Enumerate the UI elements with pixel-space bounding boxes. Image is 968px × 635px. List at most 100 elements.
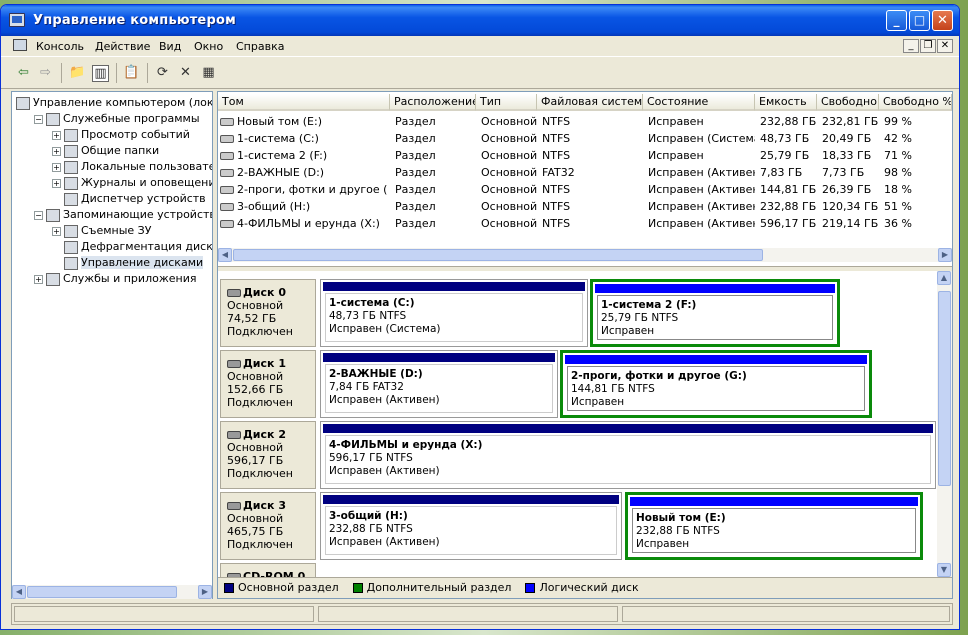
- settings-icon[interactable]: ▦: [200, 65, 217, 82]
- tree-item[interactable]: + Общие папки: [52, 143, 159, 159]
- partition-status: Исправен: [601, 325, 655, 337]
- expand-icon[interactable]: +: [52, 130, 61, 140]
- close-button[interactable]: ✕: [932, 10, 953, 31]
- table-cell: 232,88 ГБ: [760, 198, 817, 215]
- cell-text: Раздел: [395, 217, 436, 230]
- scroll-up-icon[interactable]: ▲: [937, 271, 951, 285]
- up-folder-icon[interactable]: 📁: [69, 65, 86, 82]
- tree-item[interactable]: + Службы и приложения: [34, 271, 196, 287]
- show-hide-tree-icon[interactable]: ▥: [92, 65, 109, 82]
- mdi-restore-button[interactable]: ❐: [920, 39, 936, 53]
- back-arrow-icon[interactable]: ⇦: [15, 65, 32, 82]
- scroll-left-icon[interactable]: ◀: [218, 248, 232, 262]
- disk-info[interactable]: Диск 3 Основной 465,75 ГБ Подключен: [220, 492, 316, 560]
- tree-hscroll[interactable]: ◀ ▶: [12, 585, 212, 599]
- menu-console[interactable]: Консоль: [36, 40, 84, 53]
- expand-icon[interactable]: +: [52, 146, 61, 156]
- tree-item[interactable]: Управление компьютером (локаль: [16, 95, 212, 111]
- collapse-icon[interactable]: −: [34, 210, 43, 220]
- menu-window[interactable]: Окно: [194, 40, 223, 53]
- refresh-icon[interactable]: ⟳: [154, 65, 171, 82]
- disk-info[interactable]: Диск 1 Основной 152,66 ГБ Подключен: [220, 350, 316, 418]
- cdrom-info[interactable]: CD-ROM 0: [220, 563, 316, 577]
- tree-item[interactable]: − Служебные программы: [34, 111, 200, 127]
- table-cell: Раздел: [395, 130, 476, 147]
- column-header[interactable]: Расположение: [390, 94, 476, 111]
- collapse-icon[interactable]: −: [34, 114, 43, 124]
- volume-list-hscroll[interactable]: ◀ ▶: [218, 248, 952, 262]
- column-header[interactable]: Состояние: [643, 94, 755, 111]
- cell-text: 596,17 ГБ: [760, 217, 817, 230]
- cell-text: NTFS: [542, 200, 571, 213]
- column-header[interactable]: Тип: [476, 94, 537, 111]
- cell-text: NTFS: [542, 149, 571, 162]
- tree-item[interactable]: Дефрагментация диска: [52, 239, 213, 255]
- scroll-left-icon[interactable]: ◀: [12, 585, 26, 599]
- disk-view-vscroll[interactable]: ▲ ▼: [937, 271, 952, 577]
- title-bar[interactable]: Управление компьютером _ □ ✕: [1, 5, 959, 36]
- cell-text: NTFS: [542, 115, 571, 128]
- table-row[interactable]: Новый том (E:) Раздел Основной NTFS Исправен…: [218, 113, 952, 130]
- table-cell: 1-система (C:): [220, 130, 387, 147]
- disk-info[interactable]: Диск 2 Основной 596,17 ГБ Подключен: [220, 421, 316, 489]
- partition-type-bar: [595, 284, 835, 293]
- column-header[interactable]: Свободно %: [879, 94, 952, 111]
- cell-text: 1-система (C:): [237, 132, 319, 145]
- tree-item[interactable]: + Съемные ЗУ: [52, 223, 151, 239]
- expand-icon[interactable]: +: [52, 178, 61, 188]
- scroll-right-icon[interactable]: ▶: [198, 585, 212, 599]
- volume-icon: [220, 135, 234, 143]
- disk-icon: [227, 289, 241, 297]
- scroll-thumb[interactable]: [27, 586, 177, 598]
- scroll-thumb[interactable]: [938, 291, 951, 486]
- legend-label: Логический диск: [539, 581, 639, 594]
- tree-item[interactable]: Управление дисками: [52, 255, 204, 271]
- expand-icon[interactable]: +: [34, 274, 43, 284]
- column-header[interactable]: Свободно: [817, 94, 879, 111]
- table-row[interactable]: 4-ФИЛЬМЫ и ерунда (X:) Раздел Основной NTFS…: [218, 215, 952, 232]
- delete-icon[interactable]: ✕: [177, 65, 194, 82]
- minimize-button[interactable]: _: [886, 10, 907, 31]
- expand-icon[interactable]: +: [52, 226, 61, 236]
- menu-action[interactable]: Действие: [95, 40, 150, 53]
- scroll-thumb[interactable]: [233, 249, 763, 261]
- tree-item[interactable]: − Запоминающие устройства: [34, 207, 212, 223]
- disk-status: Подключен: [227, 325, 293, 338]
- console-icon[interactable]: [13, 39, 27, 51]
- partition-block[interactable]: 3-общий (H:) 232,88 ГБ NTFS Исправен (Акти…: [320, 492, 622, 560]
- partition-block[interactable]: 1-система (C:) 48,73 ГБ NTFS Исправен (Сис…: [320, 279, 588, 347]
- column-header[interactable]: Емкость: [755, 94, 817, 111]
- partition-details: 4-ФИЛЬМЫ и ерунда (X:) 596,17 ГБ NTFS Испр…: [325, 435, 931, 484]
- column-header[interactable]: Файловая система: [537, 94, 643, 111]
- expand-icon[interactable]: +: [52, 162, 61, 172]
- menu-view[interactable]: Вид: [159, 40, 181, 53]
- table-row[interactable]: 1-система (C:) Раздел Основной NTFS Исправен…: [218, 130, 952, 147]
- tree-item[interactable]: Диспетчер устройств: [52, 191, 206, 207]
- tree-node-icon: [64, 144, 78, 158]
- maximize-button[interactable]: □: [909, 10, 930, 31]
- partition-block[interactable]: 2-проги, фотки и другое (G:) 144,81 ГБ NT…: [560, 350, 872, 418]
- mdi-minimize-button[interactable]: _: [903, 39, 919, 53]
- scroll-down-icon[interactable]: ▼: [937, 563, 951, 577]
- column-header[interactable]: Том: [218, 94, 390, 111]
- partition-block[interactable]: Новый том (E:) 232,88 ГБ NTFS Исправен: [625, 492, 923, 560]
- tree-item-label: Дефрагментация диска: [81, 240, 213, 253]
- table-row[interactable]: 2-ВАЖНЫЕ (D:) Раздел Основной FAT32 Исправен…: [218, 164, 952, 181]
- tree-item[interactable]: + Просмотр событий: [52, 127, 190, 143]
- menu-help[interactable]: Справка: [236, 40, 284, 53]
- table-row[interactable]: 2-проги, фотки и другое (G:) Раздел Основн…: [218, 181, 952, 198]
- partition-block[interactable]: 4-ФИЛЬМЫ и ерунда (X:) 596,17 ГБ NTFS Испр…: [320, 421, 936, 489]
- partition-block[interactable]: 1-система 2 (F:) 25,79 ГБ NTFS Исправен: [590, 279, 840, 347]
- tree-item[interactable]: + Журналы и оповещения пр: [52, 175, 212, 191]
- forward-arrow-icon[interactable]: ⇨: [37, 65, 54, 82]
- mdi-close-button[interactable]: ✕: [937, 39, 953, 53]
- disk-info[interactable]: Диск 0 Основной 74,52 ГБ Подключен: [220, 279, 316, 347]
- partition-block[interactable]: 2-ВАЖНЫЕ (D:) 7,84 ГБ FAT32 Исправен (Акти…: [320, 350, 558, 418]
- scroll-right-icon[interactable]: ▶: [938, 248, 952, 262]
- disk-row: Диск 3 Основной 465,75 ГБ Подключен 3-общий …: [220, 492, 940, 560]
- table-row[interactable]: 1-система 2 (F:) Раздел Основной NTFS Исправ…: [218, 147, 952, 164]
- table-row[interactable]: 3-общий (H:) Раздел Основной NTFS Исправен (…: [218, 198, 952, 215]
- properties-icon[interactable]: 📋: [123, 65, 140, 82]
- legend-label: Основной раздел: [238, 581, 339, 594]
- tree-item[interactable]: + Локальные пользователи и: [52, 159, 212, 175]
